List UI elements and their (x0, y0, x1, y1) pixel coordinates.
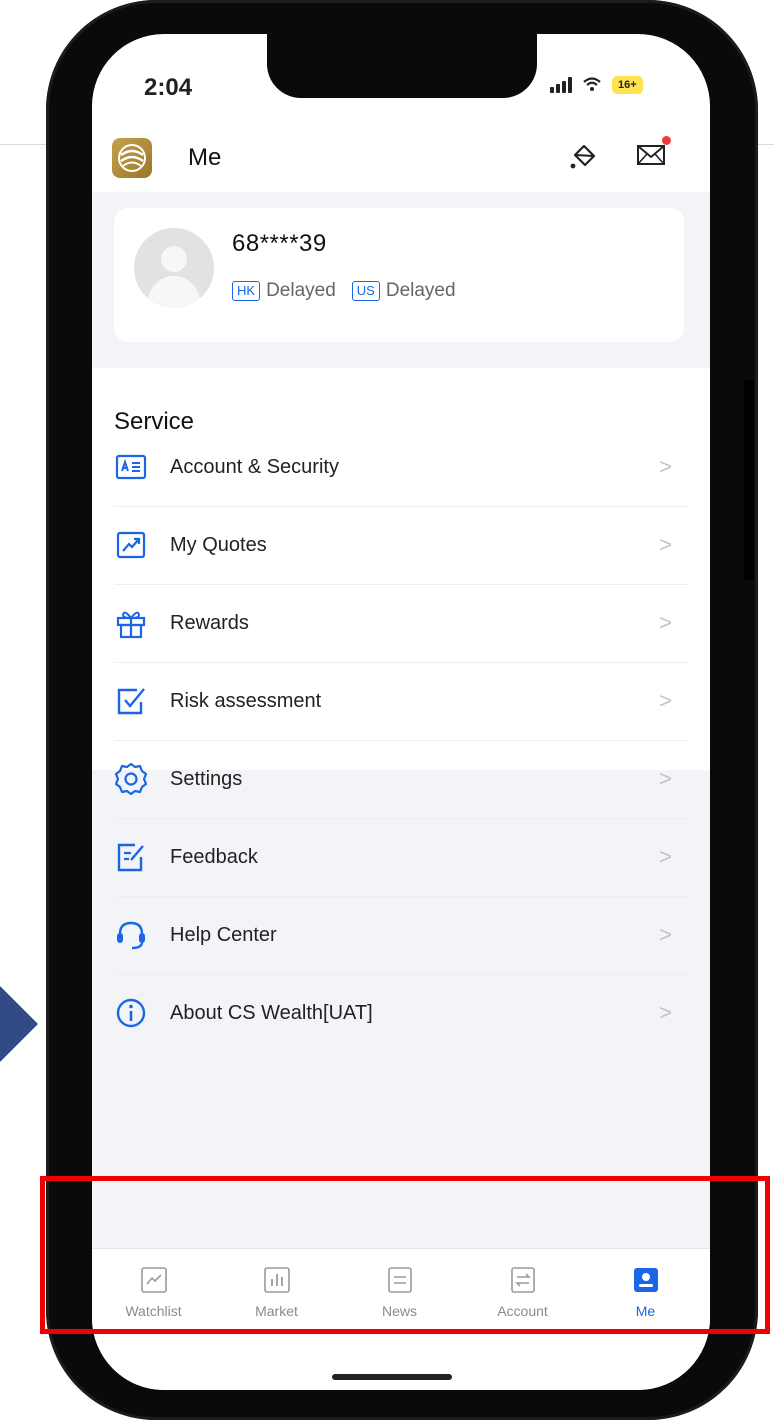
menu-item-feedback[interactable]: Feedback > (114, 818, 688, 897)
menu-item-account-security[interactable]: Account & Security > (114, 428, 688, 507)
feedback-edit-icon (114, 840, 148, 874)
checkbox-icon (114, 684, 148, 718)
chevron-right-icon: > (659, 1000, 672, 1025)
info-icon (114, 996, 148, 1030)
chevron-right-icon: > (659, 532, 672, 557)
menu-item-about[interactable]: About CS Wealth[UAT] > (114, 974, 688, 1052)
menu-item-label: Settings (170, 767, 243, 790)
mail-icon[interactable] (636, 142, 666, 173)
gear-icon (114, 762, 148, 796)
chevron-right-icon: > (659, 922, 672, 947)
status-icons: 16+ (550, 76, 643, 94)
chevron-right-icon: > (659, 454, 672, 479)
menu-item-label: Risk assessment (170, 689, 322, 712)
headset-icon (114, 918, 148, 952)
wifi-icon (582, 76, 602, 94)
menu-item-label: My Quotes (170, 533, 267, 556)
market-status-row: HK Delayed US Delayed (232, 280, 456, 302)
chevron-right-icon: > (659, 688, 672, 713)
unread-badge (662, 136, 671, 145)
menu-item-label: Rewards (170, 611, 249, 634)
market-status-us: Delayed (385, 280, 456, 301)
menu-item-settings[interactable]: Settings > (114, 740, 688, 819)
menu-item-label: Feedback (170, 845, 258, 868)
status-time: 2:04 (144, 74, 193, 101)
market-badge-hk: HK (232, 281, 261, 301)
page-title: Me (188, 144, 222, 171)
menu-item-label: Account & Security (170, 455, 339, 478)
signal-icon (550, 77, 572, 93)
chevron-right-icon: > (659, 766, 672, 791)
chevron-right-icon: > (659, 844, 672, 869)
gift-icon (114, 606, 148, 640)
menu-item-label: Help Center (170, 923, 277, 946)
menu-item-help-center[interactable]: Help Center > (114, 896, 688, 975)
top-app-bar: Me (92, 126, 710, 192)
profile-card[interactable]: 68****39 HK Delayed US Delayed (114, 208, 684, 342)
trend-chart-icon (114, 528, 148, 562)
menu-item-label: About CS Wealth[UAT] (170, 1001, 373, 1024)
market-status-hk: Delayed (266, 280, 336, 301)
account-id: 68****39 (232, 230, 327, 257)
menu-item-my-quotes[interactable]: My Quotes > (114, 506, 688, 585)
pointer-arrow-icon (0, 986, 38, 1062)
paint-bucket-icon[interactable] (566, 140, 600, 179)
id-card-icon (114, 450, 148, 484)
avatar[interactable] (134, 228, 214, 308)
battery-indicator: 16+ (612, 76, 643, 94)
highlight-annotation-box (40, 1176, 770, 1334)
menu-item-rewards[interactable]: Rewards > (114, 584, 688, 663)
home-indicator[interactable] (332, 1374, 452, 1380)
notch (267, 34, 537, 98)
chevron-right-icon: > (659, 610, 672, 635)
phone-side-button (744, 380, 754, 580)
menu-item-risk-assessment[interactable]: Risk assessment > (114, 662, 688, 741)
app-logo (112, 138, 152, 178)
market-badge-us: US (351, 281, 380, 301)
